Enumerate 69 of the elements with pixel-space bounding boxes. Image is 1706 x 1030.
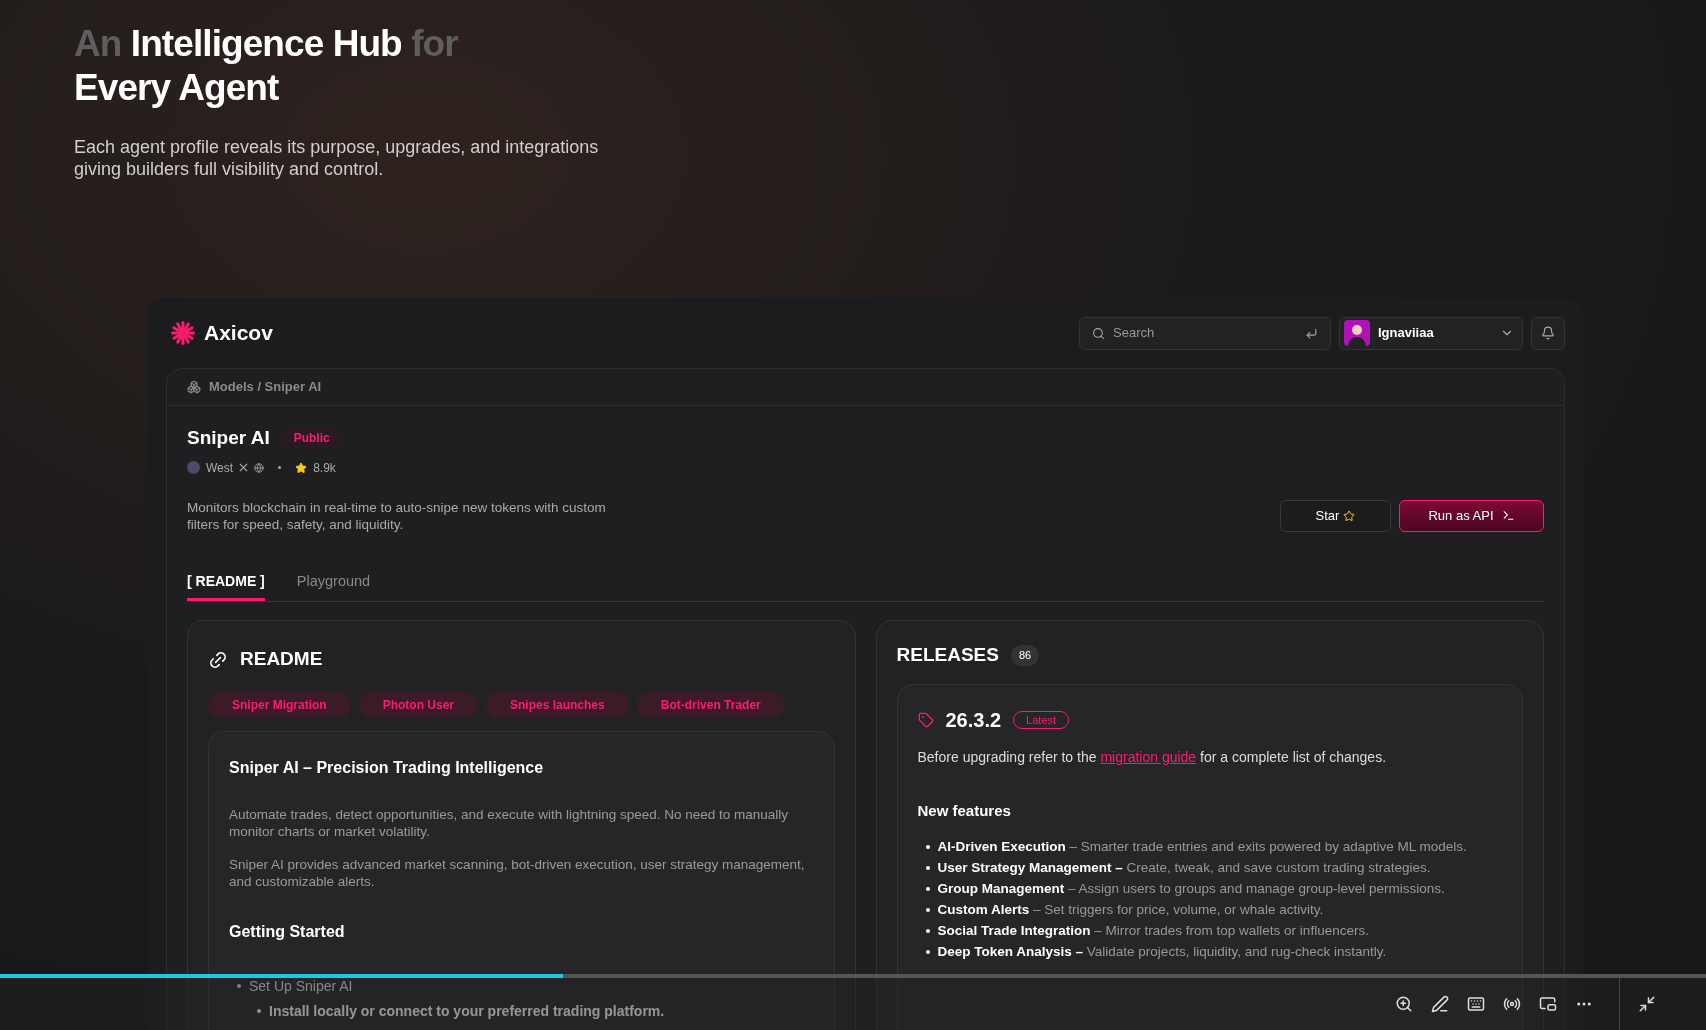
readme-title: README	[240, 647, 323, 672]
avatar-icon	[1344, 320, 1370, 346]
feature-item: User Strategy Management – Create, tweak, and save custom trading strategies.	[937, 859, 1431, 878]
tag-icon	[917, 711, 934, 728]
releases-count: 86	[1010, 645, 1040, 666]
model-name: Sniper AI	[187, 426, 270, 450]
bullet-icon	[925, 887, 930, 892]
hero-title: Every Agent	[74, 66, 280, 110]
star-outline-icon	[1343, 509, 1356, 522]
models-icon	[187, 380, 201, 394]
migration-guide-link[interactable]: migration guide	[1100, 748, 1197, 765]
hero-subtitle: Each agent profile reveals its purpose, upgrades, and integrations giving builders full visibility and control.	[74, 136, 600, 180]
pen-icon[interactable]	[1431, 995, 1449, 1013]
bell-icon	[1541, 326, 1555, 340]
releases-title: RELEASES	[896, 643, 999, 668]
run-as-api-button[interactable]: Run as API	[1399, 499, 1544, 532]
notifications-button[interactable]	[1531, 316, 1565, 350]
visibility-badge: Public	[281, 427, 342, 450]
tag: Snipes launches	[486, 691, 629, 718]
bullet-icon	[925, 866, 930, 871]
feature-item: Social Trade Integration – Mirror trades from top wallets or influencers.	[937, 922, 1369, 941]
search-icon	[1092, 326, 1105, 340]
keyboard-icon[interactable]	[1467, 995, 1485, 1013]
broadcast-icon[interactable]	[1503, 995, 1521, 1013]
readme-paragraph: Automate trades, detect opportunities, and execute with lightning speed. No need to manually monitor charts or market volatility.	[229, 805, 790, 840]
exit-fullscreen-icon[interactable]	[1638, 995, 1656, 1013]
breadcrumb: Models / Sniper AI	[209, 378, 322, 397]
tag: Sniper Migration	[208, 691, 351, 718]
user-menu[interactable]: Ignaviiaa	[1339, 316, 1523, 350]
bullet-icon	[237, 984, 241, 989]
feature-item: Custom Alerts – Set triggers for price, volume, or whale activity.	[937, 901, 1324, 920]
progress-track[interactable]	[0, 974, 1706, 978]
star-count: 8.9k	[313, 459, 336, 477]
model-description: Monitors blockchain in real-time to auto-snipe new tokens with custom filters for speed, safety, and liquidity.	[187, 498, 607, 533]
picture-in-picture-icon[interactable]	[1539, 995, 1557, 1013]
star-button[interactable]: Star	[1280, 499, 1391, 532]
tab[interactable]: [ README ]	[187, 571, 265, 602]
bullet-icon	[257, 1009, 261, 1014]
hero-title: An Intelligence Hub for	[74, 22, 459, 66]
zoom-in-icon[interactable]	[1395, 995, 1413, 1013]
tag: Photon User	[358, 691, 478, 718]
star-icon	[295, 461, 308, 474]
readme-paragraph: Sniper AI provides advanced market scanning, bot-driven execution, user strategy management, and customizable alerts.	[229, 855, 806, 890]
readme-subheading: Getting Started	[229, 921, 346, 942]
readme-heading: Sniper AI – Precision Trading Intelligence	[229, 757, 545, 778]
search-input[interactable]: Search	[1113, 323, 1297, 343]
bullet-icon	[925, 950, 930, 955]
terminal-icon	[1501, 509, 1515, 522]
brand-name: Axicov	[204, 320, 273, 347]
x-icon	[239, 463, 249, 472]
release-version: 26.3.2	[945, 707, 1002, 733]
tag: Bot-driven Trader	[636, 691, 785, 718]
enter-key-icon	[1305, 326, 1318, 340]
asterisk-logo-icon	[170, 320, 196, 346]
step-item: Set Up Sniper AI	[249, 976, 353, 996]
features-title: New features	[917, 800, 1012, 821]
bullet-icon	[925, 908, 930, 913]
author-name: West	[206, 459, 234, 477]
tab[interactable]: Playground	[296, 570, 371, 602]
globe-icon	[254, 462, 265, 473]
bullet-icon	[925, 845, 930, 850]
release-note: Before upgrading refer to the migration guide for a complete list of changes.	[917, 747, 1388, 767]
feature-item: AI-Driven Execution – Smarter trade entries and exits powered by adaptive ML models.	[937, 838, 1467, 857]
author-avatar-icon	[187, 461, 200, 474]
step-subitem: Install locally or connect to your preferred trading platform.	[269, 1001, 665, 1021]
bullet-icon	[925, 929, 930, 934]
search-field[interactable]: Search	[1079, 316, 1331, 350]
feature-item: Deep Token Analysis – Validate projects, liquidity, and rug-check instantly.	[937, 943, 1387, 962]
feature-item: Group Management – Assign users to groups and manage group-level permissions.	[937, 880, 1445, 899]
